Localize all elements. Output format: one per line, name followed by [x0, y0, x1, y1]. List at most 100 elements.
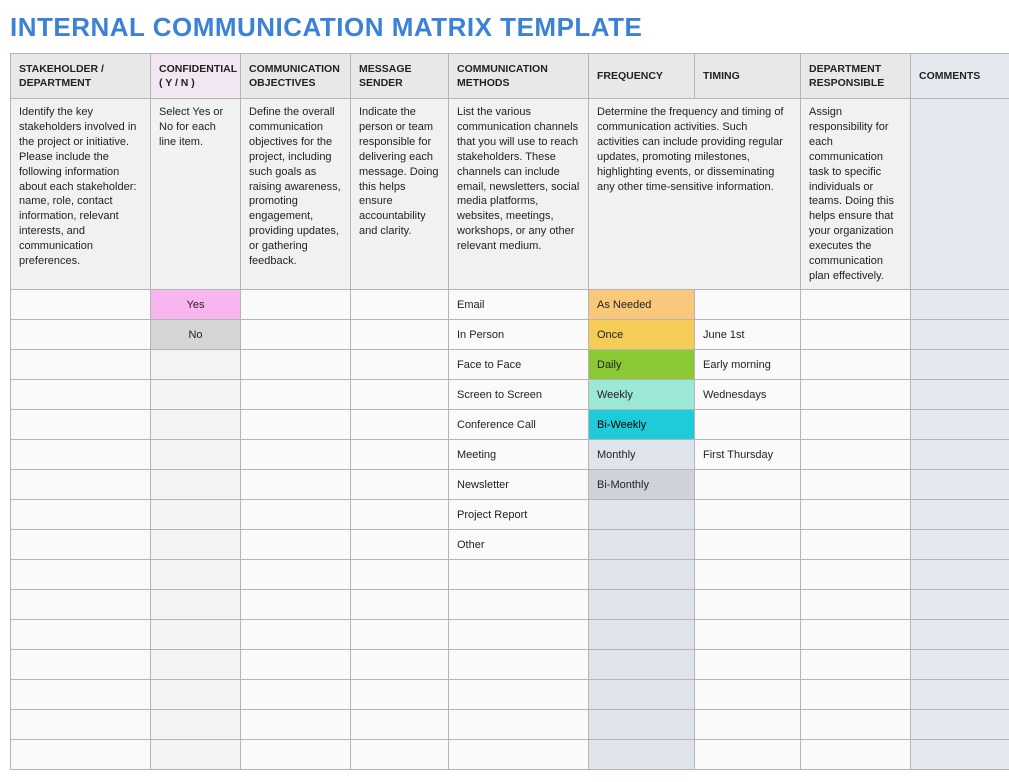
- cell-comments[interactable]: [911, 320, 1009, 350]
- cell-responsible[interactable]: [801, 740, 911, 770]
- cell-timing[interactable]: June 1st: [695, 320, 801, 350]
- cell-frequency[interactable]: Once: [589, 320, 695, 350]
- cell-objectives[interactable]: [241, 470, 351, 500]
- cell-responsible[interactable]: [801, 710, 911, 740]
- cell-comments[interactable]: [911, 530, 1009, 560]
- table-row[interactable]: [11, 650, 1009, 680]
- cell-sender[interactable]: [351, 440, 449, 470]
- cell-timing[interactable]: [695, 620, 801, 650]
- cell-confidential[interactable]: [151, 410, 241, 440]
- cell-objectives[interactable]: [241, 620, 351, 650]
- cell-timing[interactable]: [695, 500, 801, 530]
- cell-comments[interactable]: [911, 680, 1009, 710]
- cell-objectives[interactable]: [241, 290, 351, 320]
- cell-method[interactable]: Screen to Screen: [449, 380, 589, 410]
- table-row[interactable]: NewsletterBi-Monthly: [11, 470, 1009, 500]
- cell-method[interactable]: [449, 620, 589, 650]
- cell-sender[interactable]: [351, 620, 449, 650]
- cell-confidential[interactable]: [151, 740, 241, 770]
- cell-method[interactable]: [449, 590, 589, 620]
- cell-confidential[interactable]: [151, 680, 241, 710]
- table-row[interactable]: MeetingMonthlyFirst Thursday: [11, 440, 1009, 470]
- cell-responsible[interactable]: [801, 410, 911, 440]
- cell-objectives[interactable]: [241, 650, 351, 680]
- cell-objectives[interactable]: [241, 680, 351, 710]
- cell-timing[interactable]: Wednesdays: [695, 380, 801, 410]
- cell-frequency[interactable]: [589, 680, 695, 710]
- cell-sender[interactable]: [351, 560, 449, 590]
- cell-stakeholder[interactable]: [11, 500, 151, 530]
- table-row[interactable]: [11, 590, 1009, 620]
- cell-method[interactable]: Face to Face: [449, 350, 589, 380]
- cell-comments[interactable]: [911, 740, 1009, 770]
- cell-stakeholder[interactable]: [11, 470, 151, 500]
- cell-sender[interactable]: [351, 290, 449, 320]
- cell-sender[interactable]: [351, 680, 449, 710]
- cell-objectives[interactable]: [241, 440, 351, 470]
- cell-timing[interactable]: [695, 650, 801, 680]
- cell-responsible[interactable]: [801, 650, 911, 680]
- cell-comments[interactable]: [911, 560, 1009, 590]
- table-row[interactable]: [11, 620, 1009, 650]
- cell-stakeholder[interactable]: [11, 530, 151, 560]
- cell-objectives[interactable]: [241, 740, 351, 770]
- cell-comments[interactable]: [911, 410, 1009, 440]
- cell-frequency[interactable]: [589, 620, 695, 650]
- cell-method[interactable]: [449, 680, 589, 710]
- table-row[interactable]: [11, 680, 1009, 710]
- cell-stakeholder[interactable]: [11, 590, 151, 620]
- cell-stakeholder[interactable]: [11, 710, 151, 740]
- cell-sender[interactable]: [351, 650, 449, 680]
- cell-confidential[interactable]: [151, 590, 241, 620]
- cell-stakeholder[interactable]: [11, 560, 151, 590]
- cell-sender[interactable]: [351, 590, 449, 620]
- cell-responsible[interactable]: [801, 290, 911, 320]
- cell-comments[interactable]: [911, 500, 1009, 530]
- cell-timing[interactable]: [695, 740, 801, 770]
- cell-frequency[interactable]: Bi-Monthly: [589, 470, 695, 500]
- cell-timing[interactable]: [695, 590, 801, 620]
- cell-timing[interactable]: [695, 470, 801, 500]
- cell-objectives[interactable]: [241, 380, 351, 410]
- cell-timing[interactable]: [695, 560, 801, 590]
- cell-stakeholder[interactable]: [11, 290, 151, 320]
- cell-frequency[interactable]: Weekly: [589, 380, 695, 410]
- cell-method[interactable]: Email: [449, 290, 589, 320]
- cell-stakeholder[interactable]: [11, 650, 151, 680]
- cell-method[interactable]: Other: [449, 530, 589, 560]
- cell-comments[interactable]: [911, 650, 1009, 680]
- cell-frequency[interactable]: [589, 530, 695, 560]
- cell-timing[interactable]: [695, 530, 801, 560]
- cell-sender[interactable]: [351, 530, 449, 560]
- table-row[interactable]: YesEmailAs Needed: [11, 290, 1009, 320]
- cell-stakeholder[interactable]: [11, 350, 151, 380]
- cell-objectives[interactable]: [241, 320, 351, 350]
- cell-objectives[interactable]: [241, 410, 351, 440]
- table-row[interactable]: [11, 740, 1009, 770]
- cell-comments[interactable]: [911, 350, 1009, 380]
- cell-stakeholder[interactable]: [11, 440, 151, 470]
- cell-responsible[interactable]: [801, 320, 911, 350]
- cell-objectives[interactable]: [241, 710, 351, 740]
- cell-confidential[interactable]: [151, 500, 241, 530]
- cell-confidential[interactable]: [151, 560, 241, 590]
- cell-method[interactable]: [449, 560, 589, 590]
- cell-comments[interactable]: [911, 290, 1009, 320]
- cell-method[interactable]: Project Report: [449, 500, 589, 530]
- cell-stakeholder[interactable]: [11, 320, 151, 350]
- cell-frequency[interactable]: [589, 650, 695, 680]
- table-row[interactable]: Other: [11, 530, 1009, 560]
- table-row[interactable]: [11, 710, 1009, 740]
- cell-sender[interactable]: [351, 410, 449, 440]
- cell-responsible[interactable]: [801, 560, 911, 590]
- cell-objectives[interactable]: [241, 500, 351, 530]
- cell-frequency[interactable]: [589, 560, 695, 590]
- table-row[interactable]: [11, 560, 1009, 590]
- cell-confidential[interactable]: [151, 470, 241, 500]
- cell-stakeholder[interactable]: [11, 680, 151, 710]
- cell-objectives[interactable]: [241, 350, 351, 380]
- cell-timing[interactable]: Early morning: [695, 350, 801, 380]
- cell-responsible[interactable]: [801, 680, 911, 710]
- cell-objectives[interactable]: [241, 560, 351, 590]
- cell-timing[interactable]: [695, 410, 801, 440]
